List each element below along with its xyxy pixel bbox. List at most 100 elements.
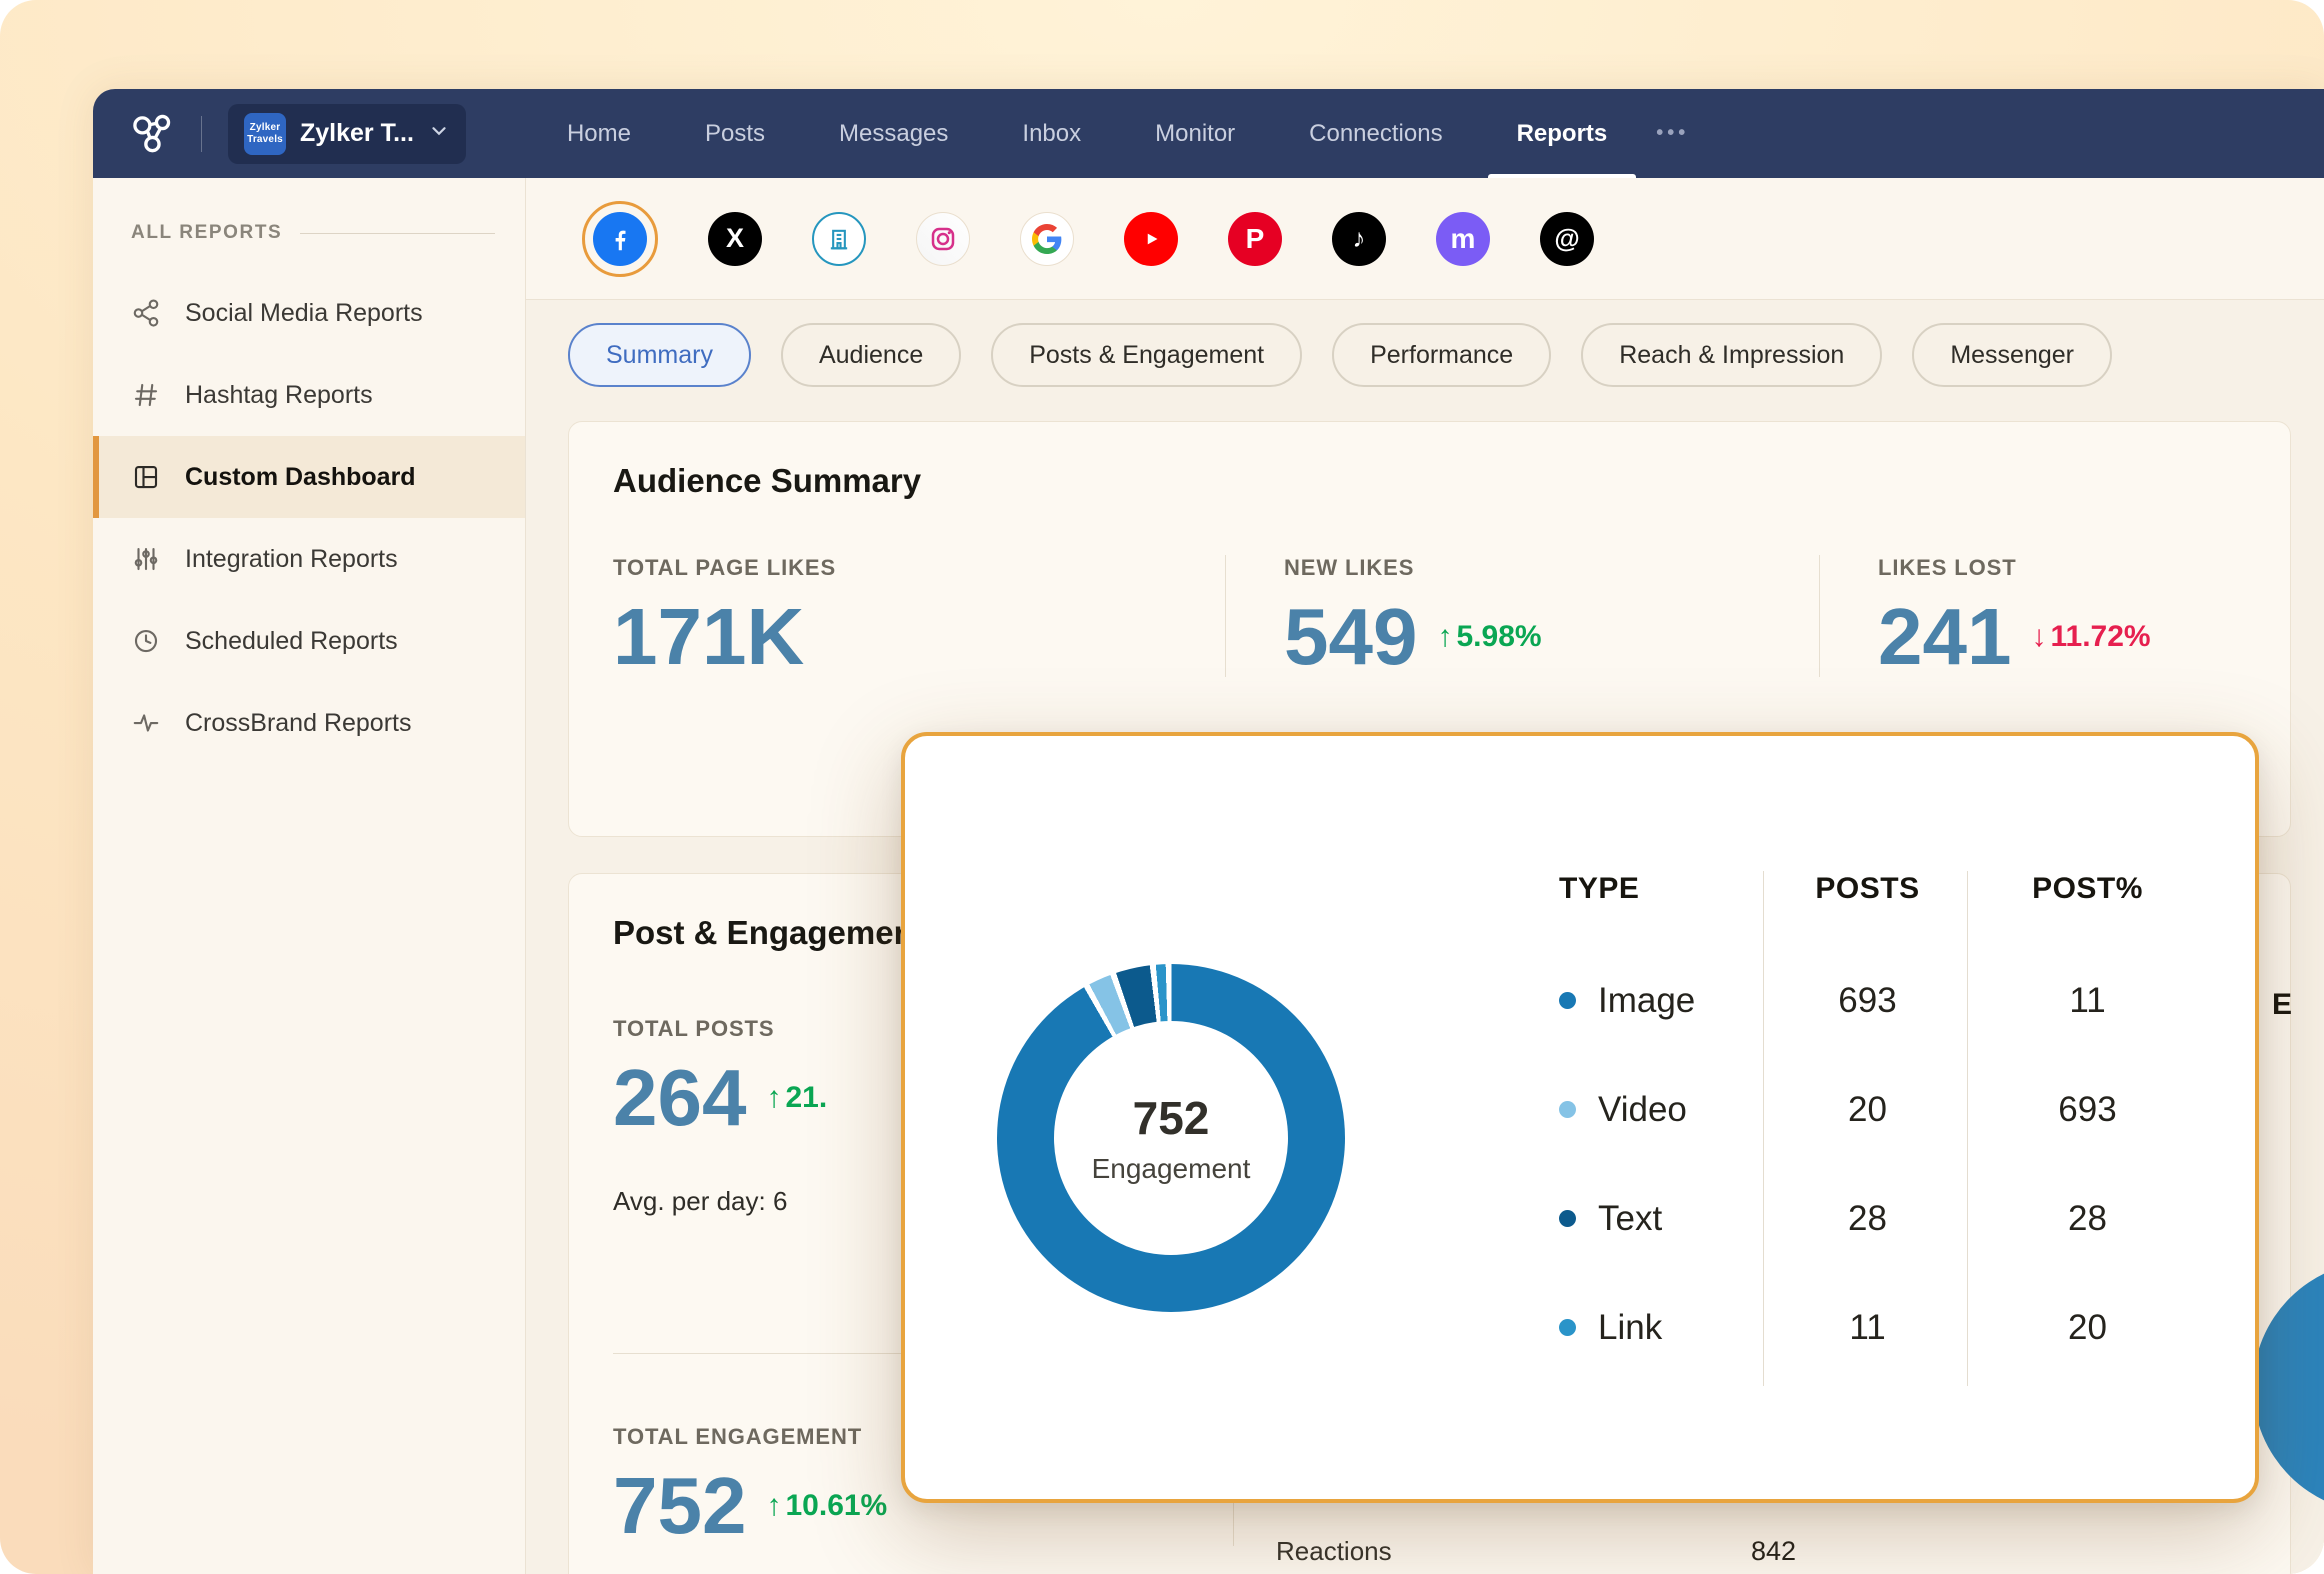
sidebar-item-label: Social Media Reports bbox=[185, 299, 423, 328]
type-label: Image bbox=[1598, 981, 1695, 1021]
instagram-icon bbox=[928, 224, 958, 254]
threads-icon: @ bbox=[1554, 223, 1579, 254]
main-nav: Home Posts Messages Inbox Monitor Connec… bbox=[530, 89, 1644, 178]
tab-audience[interactable]: Audience bbox=[781, 323, 961, 387]
table-row-link-posts: 11 bbox=[1765, 1308, 1970, 1348]
sidebar-item-crossbrand-reports[interactable]: CrossBrand Reports bbox=[93, 682, 525, 764]
nav-item-posts[interactable]: Posts bbox=[668, 89, 802, 178]
screen: Zylker Travels Zylker T... Home Posts Me… bbox=[0, 0, 2324, 1574]
linkedin-page-icon bbox=[825, 225, 853, 253]
delta-value: 5.98% bbox=[1456, 620, 1541, 654]
donut-center-label: Engagement bbox=[1092, 1153, 1251, 1185]
nav-item-monitor[interactable]: Monitor bbox=[1118, 89, 1272, 178]
stat-delta-up: ↑21. bbox=[766, 1081, 827, 1115]
tab-summary[interactable]: Summary bbox=[568, 323, 751, 387]
sidebar-item-label: Scheduled Reports bbox=[185, 627, 398, 656]
pulse-icon bbox=[131, 708, 161, 738]
legend-dot-image bbox=[1559, 992, 1576, 1009]
chevron-down-icon bbox=[428, 120, 450, 147]
arrow-down-icon: ↓ bbox=[2031, 620, 2046, 654]
network-tab-x[interactable]: X bbox=[708, 212, 762, 266]
type-label: Text bbox=[1598, 1199, 1662, 1239]
top-navbar: Zylker Travels Zylker T... Home Posts Me… bbox=[93, 89, 2324, 178]
table-row-text-posts: 28 bbox=[1765, 1199, 1970, 1239]
pinterest-icon: P bbox=[1246, 223, 1265, 255]
sidebar-item-integration-reports[interactable]: Integration Reports bbox=[93, 518, 525, 600]
network-tab-mastodon[interactable]: m bbox=[1436, 212, 1490, 266]
nav-item-messages[interactable]: Messages bbox=[802, 89, 985, 178]
delta-value: 21. bbox=[785, 1081, 827, 1115]
stat-value: 752 bbox=[613, 1466, 746, 1546]
google-icon bbox=[1032, 224, 1062, 254]
sidebar-item-label: Hashtag Reports bbox=[185, 381, 373, 410]
engagement-table: TYPE POSTS POST% Image 693 11 Video 20 6… bbox=[1525, 858, 2205, 1382]
x-icon: X bbox=[726, 223, 744, 254]
sidebar-item-social-media-reports[interactable]: Social Media Reports bbox=[93, 272, 525, 354]
nav-overflow-button[interactable]: ••• bbox=[1656, 122, 1689, 145]
engagement-breakdown-row: Reactions 842 bbox=[1276, 1536, 1796, 1574]
mastodon-icon: m bbox=[1451, 223, 1476, 255]
tiktok-icon: ♪ bbox=[1353, 223, 1366, 254]
table-row-link-postpct: 20 bbox=[1970, 1308, 2205, 1348]
sidebar-section-label: ALL REPORTS bbox=[131, 222, 282, 244]
arrow-up-icon: ↑ bbox=[766, 1081, 781, 1115]
network-tab-tiktok[interactable]: ♪ bbox=[1332, 212, 1386, 266]
legend-dot-text bbox=[1559, 1210, 1576, 1227]
network-tab-instagram[interactable] bbox=[916, 212, 970, 266]
app-logo-icon bbox=[127, 110, 175, 158]
delta-value: 11.72% bbox=[2050, 620, 2150, 654]
network-tab-youtube[interactable] bbox=[1124, 212, 1178, 266]
nav-item-reports[interactable]: Reports bbox=[1480, 89, 1645, 178]
donut-center: 752 Engagement bbox=[997, 964, 1345, 1312]
legend-dot-link bbox=[1559, 1319, 1576, 1336]
table-row-video-type: Video bbox=[1525, 1090, 1765, 1130]
network-tab-threads[interactable]: @ bbox=[1540, 212, 1594, 266]
network-tab-facebook[interactable] bbox=[582, 201, 658, 277]
brand-switcher[interactable]: Zylker Travels Zylker T... bbox=[228, 104, 466, 164]
report-tabs: Summary Audience Posts & Engagement Perf… bbox=[526, 300, 2324, 421]
stat-value: 264 bbox=[613, 1058, 746, 1138]
breakdown-label: Reactions bbox=[1276, 1536, 1392, 1567]
table-header-postpct: POST% bbox=[1970, 858, 2205, 906]
tab-performance[interactable]: Performance bbox=[1332, 323, 1551, 387]
network-tab-linkedin-page[interactable] bbox=[812, 212, 866, 266]
sidebar-item-custom-dashboard[interactable]: Custom Dashboard bbox=[93, 436, 525, 518]
stat-label: NEW LIKES bbox=[1284, 555, 1799, 581]
tab-reach-impression[interactable]: Reach & Impression bbox=[1581, 323, 1882, 387]
table-row-text-postpct: 28 bbox=[1970, 1199, 2205, 1239]
table-row-image-posts: 693 bbox=[1765, 981, 1970, 1021]
arrow-up-icon: ↑ bbox=[1437, 620, 1452, 654]
sidebar-item-scheduled-reports[interactable]: Scheduled Reports bbox=[93, 600, 525, 682]
sliders-icon bbox=[131, 544, 161, 574]
sidebar-item-label: Custom Dashboard bbox=[185, 463, 416, 492]
nav-item-connections[interactable]: Connections bbox=[1272, 89, 1479, 178]
stat-delta-down: ↓11.72% bbox=[2031, 620, 2150, 654]
table-row-image-postpct: 11 bbox=[1970, 981, 2205, 1021]
dashboard-grid-icon bbox=[131, 462, 161, 492]
tab-messenger[interactable]: Messenger bbox=[1912, 323, 2112, 387]
stat-value: 171K bbox=[613, 597, 804, 677]
table-row-link-type: Link bbox=[1525, 1308, 1765, 1348]
breakdown-value: 842 bbox=[1751, 1536, 1796, 1567]
stat-new-likes: NEW LIKES 549 ↑5.98% bbox=[1225, 555, 1819, 677]
facebook-icon bbox=[593, 212, 647, 266]
donut-center-value: 752 bbox=[1133, 1091, 1210, 1145]
stat-total-page-likes: TOTAL PAGE LIKES 171K bbox=[613, 555, 1225, 677]
navbar-divider bbox=[201, 116, 202, 152]
stat-label: TOTAL PAGE LIKES bbox=[613, 555, 1205, 581]
table-row-video-postpct: 693 bbox=[1970, 1090, 2205, 1130]
nav-item-home[interactable]: Home bbox=[530, 89, 668, 178]
network-tab-google[interactable] bbox=[1020, 212, 1074, 266]
table-header-type: TYPE bbox=[1525, 858, 1765, 906]
network-tab-pinterest[interactable]: P bbox=[1228, 212, 1282, 266]
type-label: Video bbox=[1598, 1090, 1687, 1130]
engagement-popup: 752 Engagement TYPE POSTS POST% Image 69… bbox=[901, 732, 2259, 1503]
sidebar-item-hashtag-reports[interactable]: Hashtag Reports bbox=[93, 354, 525, 436]
tab-posts-engagement[interactable]: Posts & Engagement bbox=[991, 323, 1302, 387]
stat-delta-up: ↑10.61% bbox=[766, 1489, 887, 1523]
stat-likes-lost: LIKES LOST 241 ↓11.72% bbox=[1819, 555, 2290, 677]
nav-item-inbox[interactable]: Inbox bbox=[985, 89, 1118, 178]
stat-label: LIKES LOST bbox=[1878, 555, 2270, 581]
engagement-donut-ring: 752 Engagement bbox=[997, 964, 1345, 1312]
sidebar-item-label: Integration Reports bbox=[185, 545, 398, 574]
